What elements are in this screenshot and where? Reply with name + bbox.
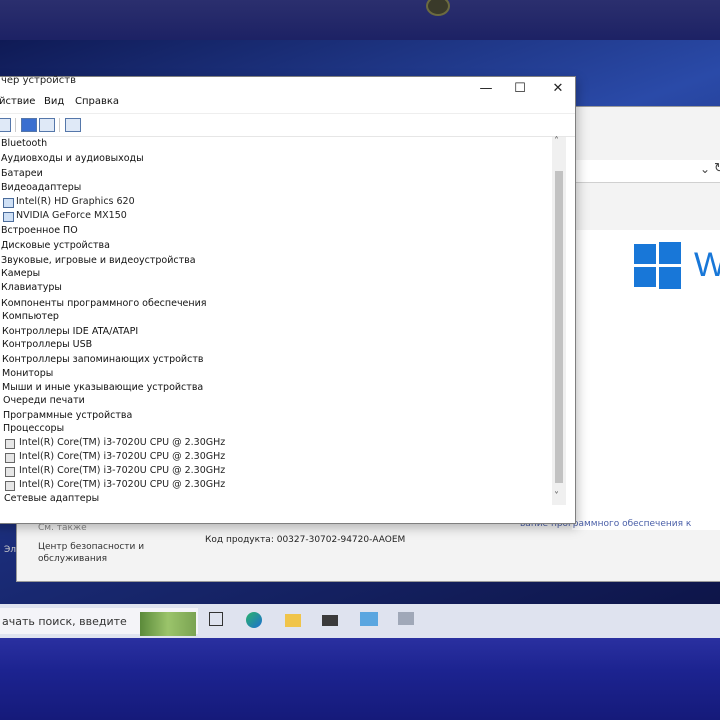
scrollbar-thumb[interactable] [555,171,563,483]
processor-icon [5,439,15,449]
search-placeholder: ачать поиск, введите [2,615,127,628]
security-center-link[interactable]: Центр безопасности и обслуживания [38,541,158,565]
tree-node[interactable]: Компьютер [2,311,59,322]
tree-child-node[interactable]: Intel(R) Core(TM) i3-7020U CPU @ 2.30GHz [19,479,225,490]
processor-icon [5,453,15,463]
tree-node[interactable]: Компоненты программного обеспечения [1,298,207,309]
display-adapter-icon [3,198,14,208]
menu-bar: йствие Вид Справка [0,93,575,113]
display-adapter-icon [3,212,14,222]
tree-node[interactable]: Контроллеры USB [2,339,92,350]
tree-child-node[interactable]: Intel(R) Core(TM) i3-7020U CPU @ 2.30GHz [19,451,225,462]
tree-node[interactable]: Программные устройства [3,410,132,421]
laptop-bezel-bottom [0,638,720,720]
view-icon[interactable] [39,118,55,132]
tree-child-node[interactable]: Intel(R) HD Graphics 620 [16,196,135,207]
address-bar[interactable]: ⌄ ↻ [572,160,720,183]
webcam-icon [426,0,450,16]
tree-node[interactable]: Контроллеры запоминающих устройств [2,354,203,365]
menu-action[interactable]: йствие [0,96,35,107]
see-also-heading: См. также [38,523,87,533]
tree-node[interactable]: Очереди печати [3,395,85,406]
tree-node[interactable]: Встроенное ПО [1,225,78,236]
properties-icon[interactable] [0,118,11,132]
tree-node[interactable]: Мониторы [2,368,53,379]
tree-child-node[interactable]: NVIDIA GeForce MX150 [16,210,127,221]
processor-icon [5,467,15,477]
window-title: чер устройств [1,75,77,86]
processor-icon [5,481,15,491]
menu-view[interactable]: Вид [44,96,64,107]
tree-node[interactable]: Мыши и иные указывающие устройства [2,382,203,393]
chevron-down-icon[interactable]: ⌄ [700,162,710,176]
tree-node[interactable]: Процессоры [3,423,64,434]
search-highlight-image [140,612,196,636]
device-tree: Bluetooth Аудиовходы и аудиовыходы Батар… [0,137,551,505]
refresh-icon[interactable]: ↻ [714,161,720,176]
tree-node[interactable]: Видеоадаптеры [1,182,81,193]
tree-child-node[interactable]: Intel(R) Core(TM) i3-7020U CPU @ 2.30GHz [19,465,225,476]
vertical-scrollbar[interactable]: ˄ ˅ [552,136,566,505]
system-taskbar-icon[interactable] [398,612,414,625]
left-panel-label: Эл [4,545,17,555]
toolbar [0,113,575,137]
device-manager-taskbar-icon[interactable] [360,612,378,626]
tree-node[interactable]: Сетевые адаптеры [4,493,99,504]
mail-icon[interactable] [322,615,338,626]
product-id: Код продукта: 00327-30702-94720-AAOEM [205,535,406,545]
device-manager-window: чер устройств — ☐ ✕ йствие Вид Справка B… [0,75,576,524]
laptop-bezel-top [0,0,720,42]
taskbar-search-box[interactable]: ачать поиск, введите [0,608,198,636]
tree-node[interactable]: Bluetooth [1,138,47,149]
tree-node[interactable]: Камеры [1,268,40,279]
scroll-down-icon[interactable]: ˅ [554,491,559,502]
tree-node[interactable]: Звуковые, игровые и видеоустройства [1,255,196,266]
toolbar-separator [15,118,16,132]
file-explorer-icon[interactable] [285,614,301,627]
help-icon[interactable] [21,118,37,132]
toolbar-separator [59,118,60,132]
tree-node[interactable]: Батареи [1,168,43,179]
menu-help[interactable]: Справка [75,96,119,107]
task-view-icon[interactable] [209,612,223,626]
tree-node[interactable]: Контроллеры IDE ATA/ATAPI [2,326,138,337]
tree-node[interactable]: Клавиатуры [1,282,62,293]
tree-child-node[interactable]: Intel(R) Core(TM) i3-7020U CPU @ 2.30GHz [19,437,225,448]
tree-node[interactable]: Аудиовходы и аудиовыходы [1,153,144,164]
windows-logo-icon [634,242,682,289]
windows-wordmark: W [694,246,720,284]
scan-hardware-icon[interactable] [65,118,81,132]
edge-browser-icon[interactable] [246,612,262,628]
tree-node[interactable]: Дисковые устройства [1,240,110,251]
taskbar: ачать поиск, введите [0,604,720,638]
scroll-up-icon[interactable]: ˄ [554,136,559,147]
